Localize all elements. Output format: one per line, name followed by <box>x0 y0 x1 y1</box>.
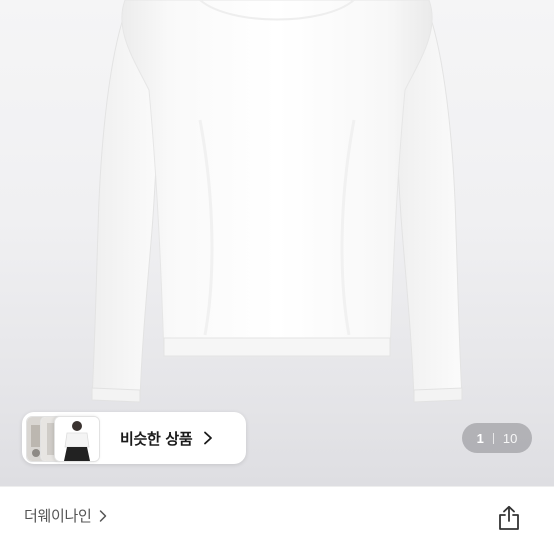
image-page-indicator: 1 10 <box>462 423 532 453</box>
similar-products-thumbnails <box>26 414 106 462</box>
share-icon <box>499 505 519 530</box>
product-image-carousel[interactable]: 비슷한 상품 1 10 <box>0 0 554 486</box>
product-detail-screen: 비슷한 상품 1 10 더웨이나인 <box>0 0 554 554</box>
similar-products-label: 비슷한 상품 <box>120 429 193 448</box>
chevron-right-icon <box>99 509 106 522</box>
similar-products-button[interactable]: 비슷한 상품 <box>22 412 246 464</box>
current-page-number: 1 <box>476 430 484 446</box>
shop-link[interactable]: 더웨이나인 <box>24 505 108 526</box>
similar-product-thumbnail <box>54 416 100 462</box>
share-button[interactable] <box>494 502 524 534</box>
page-separator <box>492 432 494 444</box>
chevron-right-icon <box>204 431 213 445</box>
shop-name: 더웨이나인 <box>24 507 92 525</box>
section-divider <box>0 486 554 487</box>
total-page-number: 10 <box>502 430 518 446</box>
